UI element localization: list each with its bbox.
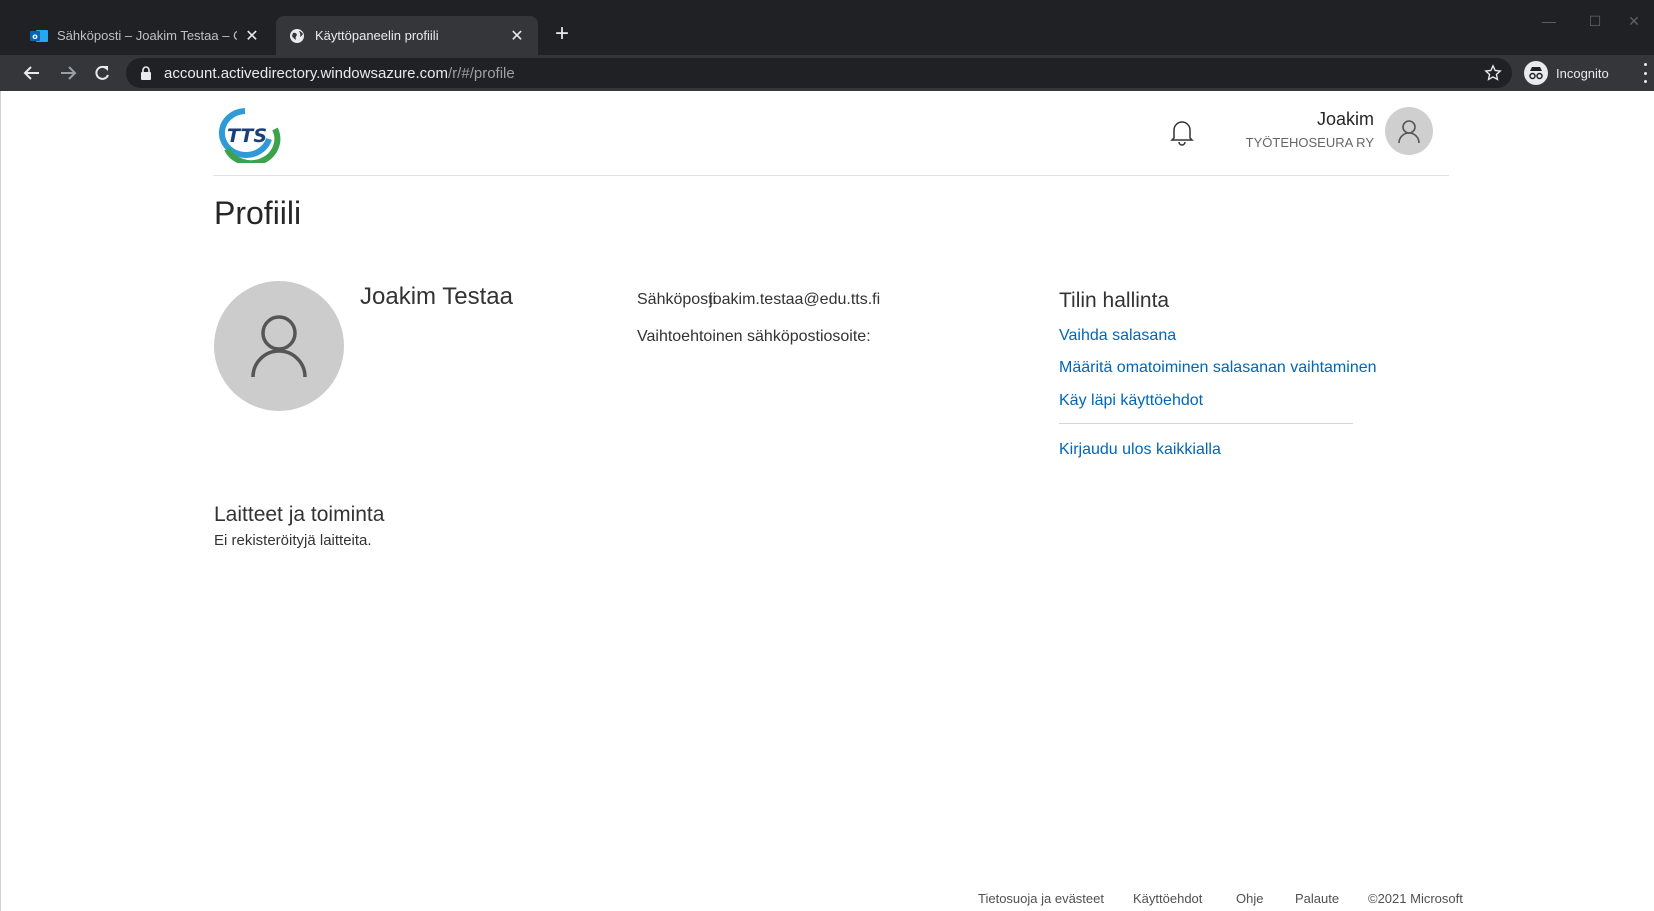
lock-icon — [140, 66, 154, 80]
svg-text:o: o — [32, 32, 38, 41]
browser-menu-icon[interactable] — [1640, 63, 1650, 83]
bookmark-star-icon[interactable] — [1482, 62, 1504, 84]
devices-empty-text: Ei rekisteröityjä laitteita. — [214, 532, 372, 549]
new-tab-button[interactable]: + — [548, 20, 576, 48]
footer-copyright: ©2021 Microsoft — [1368, 891, 1463, 906]
footer-help-link[interactable]: Ohje — [1236, 891, 1263, 906]
profile-display-name: Joakim Testaa — [360, 283, 513, 310]
email-row: Sähköpostijoakim.testaa@edu.tts.fi — [637, 291, 880, 309]
email-value: joakim.testaa@edu.tts.fi — [709, 291, 881, 308]
close-tab-icon[interactable]: ✕ — [508, 27, 526, 45]
browser-toolbar: account.activedirectory.windowsazure.com… — [0, 55, 1654, 91]
incognito-indicator[interactable]: Incognito — [1524, 59, 1609, 87]
person-icon — [251, 315, 307, 378]
url-host: account.activedirectory.windowsazure.com — [164, 64, 449, 82]
change-password-link[interactable]: Vaihda salasana — [1059, 327, 1176, 345]
svg-text:TTS: TTS — [227, 125, 267, 147]
footer-privacy-link[interactable]: Tietosuoja ja evästeet — [978, 891, 1104, 906]
page-title: Profiili — [214, 195, 302, 231]
tts-logo[interactable]: TTS — [213, 105, 281, 167]
notifications-bell-icon[interactable] — [1169, 117, 1195, 147]
alternate-email-label: Vaihtoehtoinen sähköpostiosoite: — [637, 328, 871, 345]
forward-arrow-icon[interactable] — [54, 59, 82, 87]
profile-avatar — [214, 281, 344, 411]
back-arrow-icon[interactable] — [18, 59, 46, 87]
maximize-icon[interactable]: ☐ — [1572, 8, 1618, 34]
page-content: TTS Joakim TYÖTEHOSEURA RY Profiili Joak… — [0, 91, 1654, 911]
reload-icon[interactable] — [88, 59, 116, 87]
minimize-icon[interactable]: — — [1526, 8, 1572, 34]
account-links-divider — [1059, 423, 1353, 424]
sign-out-everywhere-link[interactable]: Kirjaudu ulos kaikkialla — [1059, 441, 1221, 459]
browser-chrome: o Sähköposti – Joakim Testaa – Outlook ✕… — [0, 0, 1654, 91]
user-organization: TYÖTEHOSEURA RY — [1245, 135, 1374, 150]
user-name[interactable]: Joakim — [1317, 109, 1374, 130]
tab-outlook[interactable]: o Sähköposti – Joakim Testaa – Outlook ✕ — [18, 16, 273, 55]
outlook-icon: o — [30, 27, 48, 45]
tab-title: Sähköposti – Joakim Testaa – Outlook — [57, 28, 237, 43]
tab-strip: o Sähköposti – Joakim Testaa – Outlook ✕… — [0, 0, 1654, 55]
close-tab-icon[interactable]: ✕ — [243, 27, 261, 45]
header-divider — [213, 175, 1449, 176]
footer-feedback-link[interactable]: Palaute — [1295, 891, 1339, 906]
incognito-label: Incognito — [1556, 65, 1609, 81]
url-path: /r/#/profile — [448, 64, 515, 82]
review-terms-link[interactable]: Käy läpi käyttöehdot — [1059, 392, 1203, 410]
person-icon — [1398, 120, 1420, 144]
user-avatar[interactable] — [1385, 107, 1433, 155]
tab-profile[interactable]: Käyttöpaneelin profiili ✕ — [276, 16, 538, 55]
window-close-icon[interactable]: ✕ — [1614, 8, 1654, 34]
incognito-icon — [1524, 61, 1548, 85]
self-service-password-reset-link[interactable]: Määritä omatoiminen salasanan vaihtamine… — [1059, 359, 1377, 377]
account-management-heading: Tilin hallinta — [1059, 289, 1170, 312]
footer-terms-link[interactable]: Käyttöehdot — [1133, 891, 1202, 906]
tab-title: Käyttöpaneelin profiili — [315, 28, 439, 43]
address-bar[interactable]: account.activedirectory.windowsazure.com… — [126, 58, 1512, 88]
globe-icon — [288, 27, 306, 45]
devices-heading: Laitteet ja toiminta — [214, 503, 385, 526]
email-label: Sähköposti — [637, 291, 717, 308]
